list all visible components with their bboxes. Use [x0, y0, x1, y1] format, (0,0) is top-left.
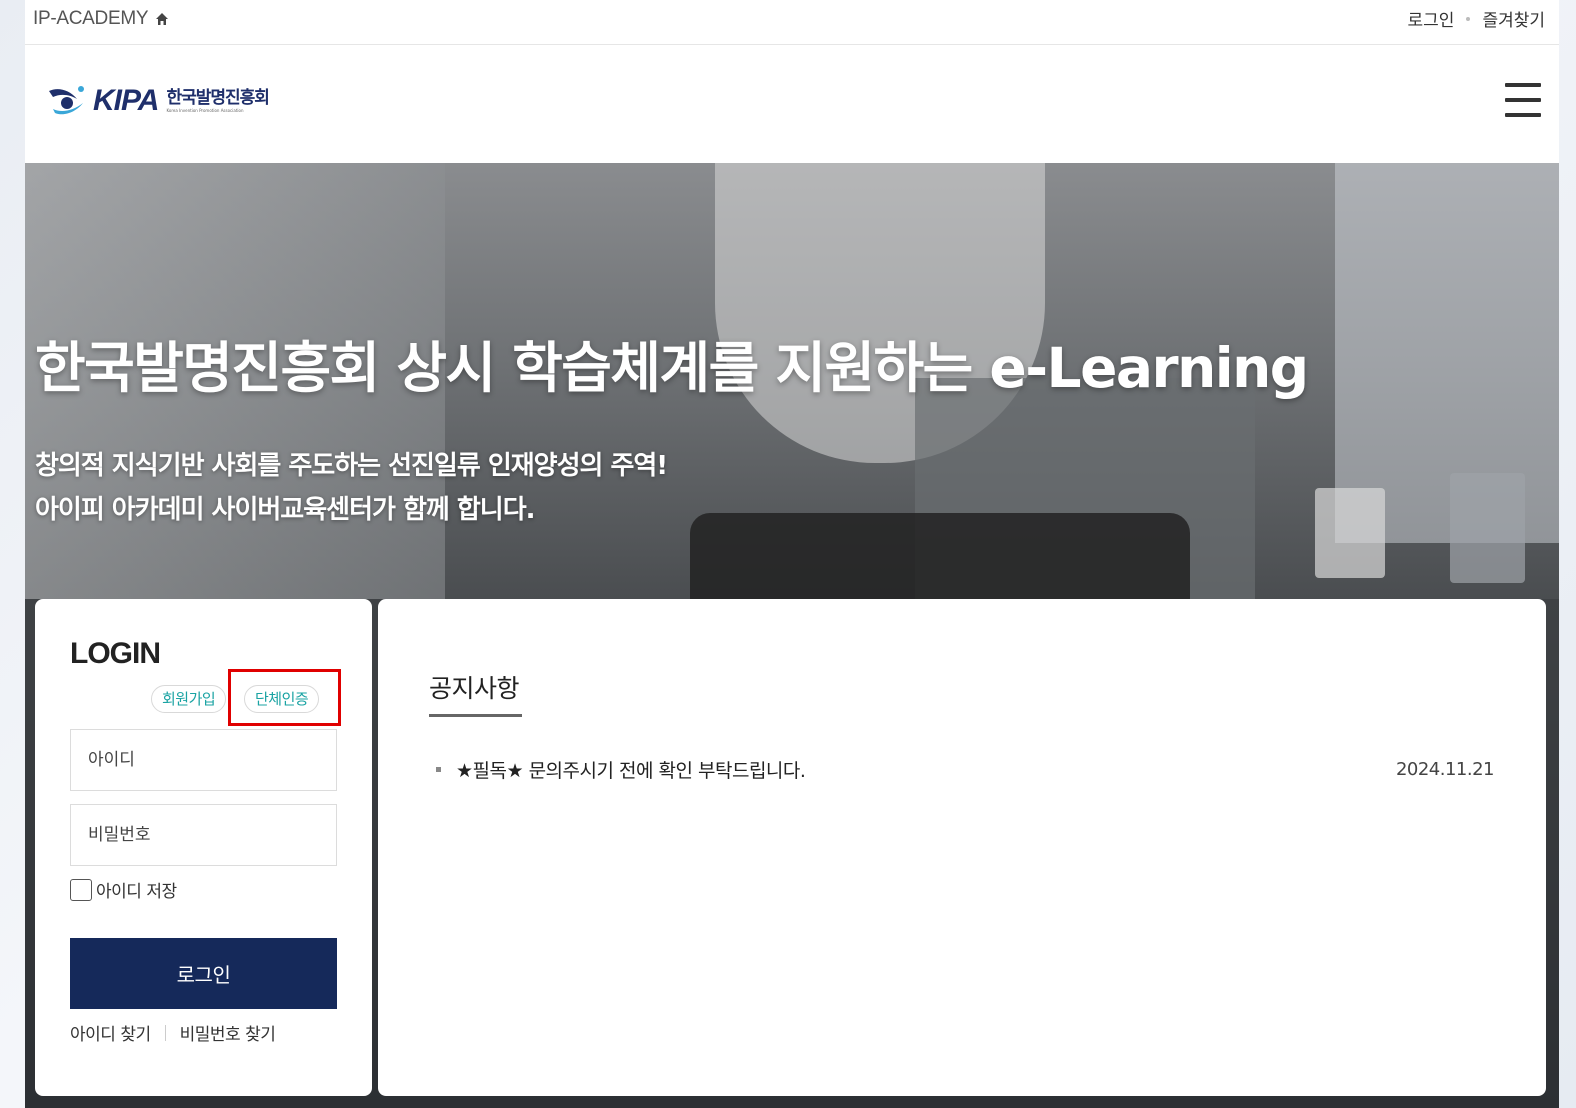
util-separator — [1466, 16, 1471, 21]
page-frame: IP-ACADEMY 로그인 즐겨찾기 KIPA 한국발명진흥회 Korea I… — [25, 0, 1559, 1108]
login-title: LOGIN — [70, 637, 161, 670]
menu-icon-bar — [1505, 98, 1541, 102]
hero-banner: 한국발명진흥회 상시 학습체계를 지원하는 e-Learning 창의적 지식기… — [25, 163, 1559, 599]
site-name: IP-ACADEMY — [33, 8, 149, 29]
highlight-box — [228, 669, 341, 726]
notice-item-date: 2024.11.21 — [1395, 758, 1495, 780]
notice-item[interactable]: ★필독★ 문의주시기 전에 확인 부탁드립니다. 2024.11.21 — [436, 755, 1495, 783]
hero-subtitle-line-1: 창의적 지식기반 사회를 주도하는 선진일류 인재양성의 주역! — [35, 451, 668, 481]
password-input[interactable] — [70, 804, 337, 866]
notice-title[interactable]: 공지사항 — [429, 669, 520, 715]
find-id-link[interactable]: 아이디 찾기 — [70, 1020, 151, 1045]
utility-links: 로그인 즐겨찾기 — [1408, 6, 1545, 31]
menu-icon[interactable] — [1505, 83, 1541, 117]
hero-mug — [1315, 488, 1385, 578]
hero-title: 한국발명진흥회 상시 학습체계를 지원하는 e-Learning — [35, 336, 1309, 400]
login-card: LOGIN 회원가입 단체인증 아이디 저장 로그인 아이디 찾기 비밀번호 찾… — [35, 599, 372, 1096]
id-input[interactable] — [70, 729, 337, 791]
menu-icon-bar — [1505, 113, 1541, 117]
signup-button[interactable]: 회원가입 — [151, 685, 227, 713]
kipa-logo-mark-icon — [49, 86, 84, 115]
utility-bar: IP-ACADEMY 로그인 즐겨찾기 — [25, 0, 1559, 45]
notice-item-text[interactable]: ★필독★ 문의주시기 전에 확인 부탁드립니다. — [456, 756, 1396, 783]
logo-text-en: KIPA — [93, 84, 159, 117]
kipa-logo[interactable]: KIPA 한국발명진흥회 Korea Invention Promotion A… — [47, 83, 270, 119]
site-name-link[interactable]: IP-ACADEMY — [33, 8, 169, 30]
notice-bullet-icon — [436, 766, 441, 772]
hero-subtitle-line-2: 아이피 아카데미 사이버교육센터가 함께 합니다. — [35, 495, 535, 525]
util-login-link[interactable]: 로그인 — [1408, 6, 1455, 31]
find-links-separator — [164, 1024, 166, 1041]
util-bookmark-link[interactable]: 즐겨찾기 — [1482, 6, 1545, 31]
remember-id[interactable]: 아이디 저장 — [70, 877, 177, 902]
logo-text-kr-group: 한국발명진흥회 Korea Invention Promotion Associ… — [166, 87, 269, 113]
logo-text-kr-sub: Korea Invention Promotion Association — [166, 107, 244, 113]
home-icon[interactable] — [155, 12, 169, 26]
find-links: 아이디 찾기 비밀번호 찾기 — [70, 1020, 276, 1045]
login-button[interactable]: 로그인 — [70, 938, 337, 1009]
hero-pencil-cup — [1450, 473, 1525, 583]
hero-person-right — [1335, 163, 1559, 543]
find-password-link[interactable]: 비밀번호 찾기 — [180, 1020, 276, 1045]
logo-bar: KIPA 한국발명진흥회 Korea Invention Promotion A… — [25, 45, 1559, 162]
remember-id-label: 아이디 저장 — [96, 882, 177, 902]
hero-chair — [690, 513, 1190, 599]
content-section: LOGIN 회원가입 단체인증 아이디 저장 로그인 아이디 찾기 비밀번호 찾… — [25, 599, 1559, 1108]
menu-icon-bar — [1505, 83, 1541, 87]
logo-text-kr: 한국발명진흥회 — [166, 87, 269, 108]
remember-id-checkbox[interactable] — [70, 878, 92, 901]
notice-title-underline — [429, 714, 522, 717]
notice-card: 공지사항 ★필독★ 문의주시기 전에 확인 부탁드립니다. 2024.11.21 — [378, 599, 1546, 1096]
